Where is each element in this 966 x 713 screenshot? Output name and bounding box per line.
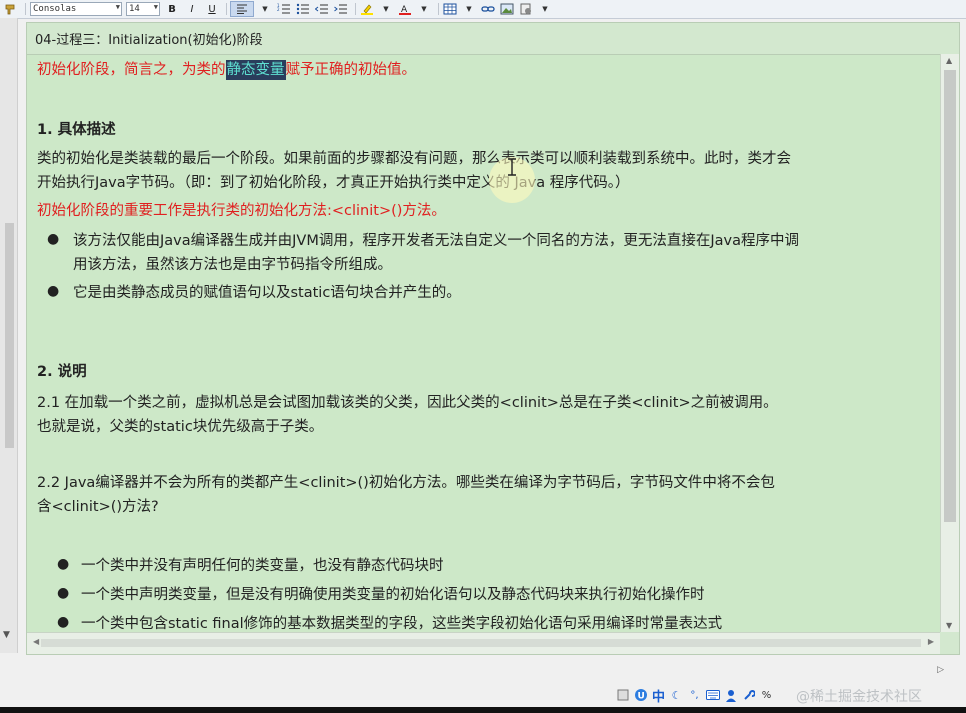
font-size-value: 14: [129, 4, 140, 14]
link-icon[interactable]: [480, 2, 496, 16]
svg-text:U: U: [637, 692, 644, 702]
scroll-left-icon[interactable]: ◀: [33, 637, 39, 646]
chevron-down-icon[interactable]: ▼: [416, 2, 432, 16]
ime-logo-icon[interactable]: U: [633, 687, 648, 703]
section2-heading: 2. 说明: [37, 364, 87, 380]
percent-indicator: %: [761, 689, 772, 701]
section2-bullet: 一个类中包含static final修饰的基本数据类型的字段，这些类字段初始化语…: [81, 616, 723, 632]
underline-button[interactable]: U: [204, 2, 220, 16]
scroll-down-icon[interactable]: ▼: [946, 621, 952, 630]
font-color-icon[interactable]: A: [397, 2, 413, 16]
punctuation-icon[interactable]: °,: [687, 687, 702, 703]
text-cursor-icon: [508, 158, 516, 176]
bullet-list-icon[interactable]: [295, 2, 311, 16]
chevron-down-icon[interactable]: ▼: [378, 2, 394, 16]
numbered-list-icon[interactable]: 12: [276, 2, 292, 16]
chevron-down-icon[interactable]: ▼: [3, 630, 10, 640]
increase-indent-icon[interactable]: [333, 2, 349, 16]
bold-button[interactable]: B: [164, 2, 180, 16]
intro-after: 赋予正确的初始值。: [285, 62, 417, 78]
intro-highlight: 静态变量: [225, 60, 286, 80]
format-painter-icon[interactable]: [3, 2, 19, 16]
decrease-indent-icon[interactable]: [314, 2, 330, 16]
left-pane-scroll-thumb[interactable]: [5, 223, 14, 448]
section2-bullet: 一个类中声明类变量，但是没有明确使用类变量的初始化语句以及静态代码块来执行初始化…: [81, 587, 705, 603]
vertical-scrollbar[interactable]: ▲ ▼: [940, 54, 959, 632]
horizontal-scroll-track[interactable]: [41, 639, 921, 647]
italic-button[interactable]: I: [184, 2, 200, 16]
left-pane-scrollbar[interactable]: ▼: [0, 18, 18, 653]
section2-p2-line1: 2.2 Java编译器并不会为所有的类都产生<clinit>()初始化方法。哪些…: [37, 475, 775, 491]
note-content[interactable]: 初始化阶段，简言之，为类的静态变量赋予正确的初始值。 1. 具体描述 类的初始化…: [27, 54, 940, 633]
chevron-down-icon: ▼: [153, 3, 158, 11]
toolbar-divider: [355, 3, 356, 15]
section1-bullet1-line2: 用该方法，虽然该方法也是由字节码指令所组成。: [73, 257, 392, 273]
chevron-down-icon[interactable]: ▼: [537, 2, 553, 16]
keyboard-icon[interactable]: [705, 687, 720, 703]
section2-p1-line2: 也就是说，父类的static块优先级高于子类。: [37, 419, 324, 435]
bullet-dot: ●: [47, 231, 60, 247]
wrench-icon[interactable]: [741, 687, 756, 703]
scroll-right-icon[interactable]: ▷: [937, 665, 944, 675]
vertical-scroll-thumb[interactable]: [944, 70, 956, 522]
toolbar-divider: [438, 3, 439, 15]
note-title[interactable]: 04-过程三：Initialization(初始化)阶段: [35, 29, 263, 48]
horizontal-scrollbar[interactable]: ◀ ▶: [27, 632, 940, 654]
table-icon[interactable]: [442, 2, 458, 16]
intro-before: 初始化阶段，简言之，为类的: [37, 62, 226, 78]
bullet-dot: ●: [57, 556, 70, 572]
section1-bullet2: 它是由类静态成员的赋值语句以及static语句块合并产生的。: [73, 285, 461, 301]
align-left-icon[interactable]: [230, 1, 254, 17]
section2-p1-line1: 2.1 在加载一个类之前，虚拟机总是会试图加载该类的父类，因此父类的<clini…: [37, 395, 778, 411]
section1-heading: 1. 具体描述: [37, 122, 116, 138]
bullet-dot: ●: [57, 585, 70, 601]
section1-bullet1-line1: 该方法仅能由Java编译器生成并由JVM调用，程序开发者无法自定义一个同名的方法…: [73, 233, 799, 249]
font-size-select[interactable]: 14 ▼: [126, 2, 160, 16]
chevron-down-icon: ▼: [115, 3, 120, 11]
bottom-pane: ▷: [0, 655, 966, 685]
user-icon[interactable]: [723, 687, 738, 703]
section1-line1: 类的初始化是类装载的最后一个阶段。如果前面的步骤都没有问题，那么表示类可以顺利装…: [37, 151, 791, 167]
highlight-icon[interactable]: [359, 2, 375, 16]
font-name-value: Consolas: [33, 4, 77, 14]
ime-settings-icon[interactable]: [615, 687, 630, 703]
bullet-dot: ●: [47, 283, 60, 299]
formatting-toolbar: Consolas ▼ 14 ▼ B I U ▼ 12 ▼ A ▼ ▼ ▼: [0, 0, 966, 19]
section1-line2: 开始执行Java字节码。（即：到了初始化阶段，才真正开始执行类中定义的 Java…: [37, 175, 630, 191]
ime-toolbar: U 中 ☾ °, %: [615, 685, 774, 705]
scroll-right-icon[interactable]: ▶: [928, 637, 934, 646]
ime-language-toggle[interactable]: 中: [651, 687, 666, 705]
chevron-down-icon[interactable]: ▼: [461, 2, 477, 16]
chevron-down-icon[interactable]: ▼: [257, 2, 273, 16]
image-icon[interactable]: [499, 2, 515, 16]
section1-red-line: 初始化阶段的重要工作是执行类的初始化方法:<clinit>()方法。: [37, 203, 446, 219]
font-name-select[interactable]: Consolas ▼: [30, 2, 122, 16]
note-editor: 04-过程三：Initialization(初始化)阶段 初始化阶段，简言之，为…: [26, 22, 960, 655]
attachment-icon[interactable]: [518, 2, 534, 16]
section2-bullet: 一个类中并没有声明任何的类变量，也没有静态代码块时: [81, 558, 444, 574]
scroll-up-icon[interactable]: ▲: [946, 56, 952, 65]
watermark: @稀土掘金技术社区: [796, 689, 922, 705]
bullet-dot: ●: [57, 614, 70, 630]
toolbar-divider: [226, 3, 227, 15]
toolbar-divider: [25, 3, 26, 15]
section2-p2-line2: 含<clinit>()方法?: [37, 499, 159, 515]
intro-line: 初始化阶段，简言之，为类的静态变量赋予正确的初始值。: [37, 58, 416, 82]
svg-text:2: 2: [277, 7, 280, 12]
taskbar-strip: [0, 707, 966, 713]
half-width-moon-icon[interactable]: ☾: [669, 687, 684, 703]
